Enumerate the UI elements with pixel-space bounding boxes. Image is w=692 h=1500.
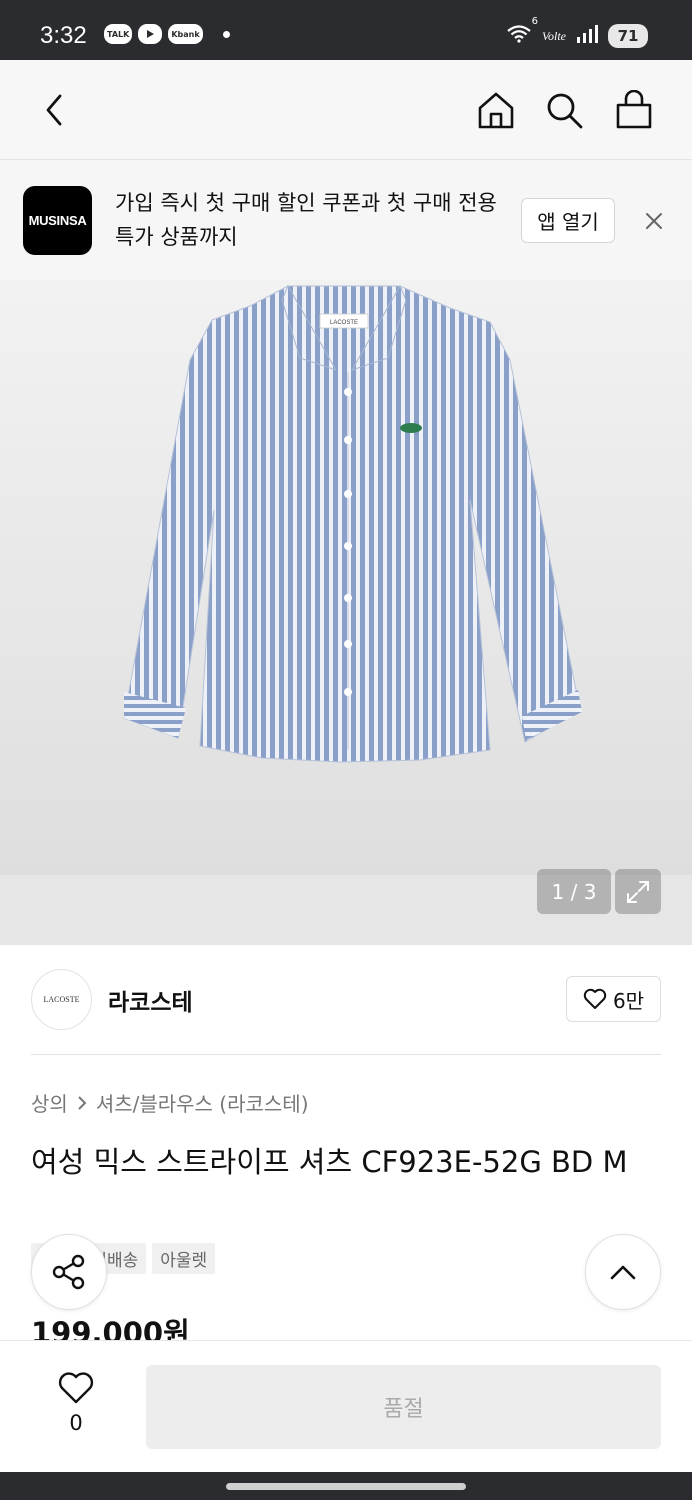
volte-indicator: Volte (542, 28, 566, 43)
shopping-bag-icon (616, 90, 652, 129)
tag-outlet: 아울렛 (152, 1243, 216, 1274)
wifi-badge: 6 (531, 16, 538, 27)
shirt-label: LACOSTE (330, 320, 358, 326)
chevron-up-icon (610, 1265, 636, 1280)
heart-outline-icon (583, 988, 607, 1009)
kakaotalk-icon: TALK (104, 24, 133, 44)
search-button[interactable] (542, 88, 586, 132)
expand-icon (627, 880, 649, 903)
product-image-gallery[interactable]: LACOSTE 1 / 3 (0, 280, 692, 945)
banner-close-button[interactable] (640, 207, 668, 235)
banner-message: 가입 즉시 첫 구매 할인 쿠폰과 첫 구매 전용 특가 상품까지 (115, 191, 497, 249)
section-divider (31, 1054, 661, 1055)
brand-like-button[interactable]: 6만 (566, 976, 661, 1022)
soldout-button[interactable]: 품절 (146, 1365, 661, 1449)
close-icon (646, 213, 662, 229)
open-app-button[interactable]: 앱 열기 (521, 198, 615, 243)
status-bar: 3:32 TALK Kbank 6 Volte 71 (0, 0, 692, 60)
brand-logo-text: LACOSTE (43, 995, 80, 1004)
app-bar (0, 60, 692, 160)
brand-logo[interactable]: LACOSTE (31, 969, 92, 1030)
youtube-icon (138, 24, 163, 44)
share-button[interactable] (31, 1234, 107, 1310)
wifi-icon: 6 (506, 16, 538, 48)
search-icon (547, 93, 583, 129)
musinsa-logo: MUSINSA (23, 186, 92, 255)
product-image-shirt: LACOSTE (123, 284, 582, 763)
breadcrumb-item-category[interactable]: 상의 (31, 1088, 68, 1117)
chevron-left-icon (46, 94, 62, 126)
product-title: 여성 믹스 스트라이프 셔츠 CF923E-52G BD M (31, 1145, 628, 1179)
more-notifications-dot-icon (222, 30, 230, 38)
system-navigation-bar (0, 1472, 692, 1500)
image-counter: 1 / 3 (537, 869, 611, 914)
brand-row: LACOSTE 라코스테 6만 (0, 945, 692, 1055)
home-gesture-handle[interactable] (226, 1483, 466, 1490)
wishlist-count: 0 (69, 1411, 83, 1435)
status-indicators: 6 Volte 71 (506, 16, 648, 48)
cart-button[interactable] (612, 88, 656, 132)
signal-icon (576, 24, 598, 48)
battery-indicator: 71 (608, 24, 648, 48)
product-price: 199,000원 (31, 1316, 190, 1340)
chevron-right-icon (78, 1095, 87, 1110)
breadcrumb: 상의 셔츠/블라우스 (라코스테) (31, 1088, 309, 1117)
back-button[interactable] (32, 88, 76, 132)
heart-outline-icon (58, 1372, 94, 1404)
brand-name[interactable]: 라코스테 (108, 983, 193, 1017)
home-icon (478, 92, 514, 129)
app-install-banner: MUSINSA 가입 즉시 첫 구매 할인 쿠폰과 첫 구매 전용 특가 상품까… (0, 160, 692, 280)
expand-image-button[interactable] (615, 869, 661, 914)
scroll-to-top-button[interactable] (585, 1234, 661, 1310)
kbank-icon: Kbank (168, 24, 203, 44)
brand-like-count: 6만 (612, 988, 645, 1013)
bottom-action-bar: 0 품절 (0, 1340, 692, 1472)
status-time: 3:32 (40, 22, 87, 49)
wishlist-button[interactable]: 0 (40, 1371, 112, 1441)
home-button[interactable] (474, 88, 518, 132)
status-notifications: TALK Kbank (104, 24, 230, 44)
breadcrumb-item-subcategory[interactable]: 셔츠/블라우스 (라코스테) (96, 1088, 309, 1117)
share-icon (52, 1254, 85, 1290)
